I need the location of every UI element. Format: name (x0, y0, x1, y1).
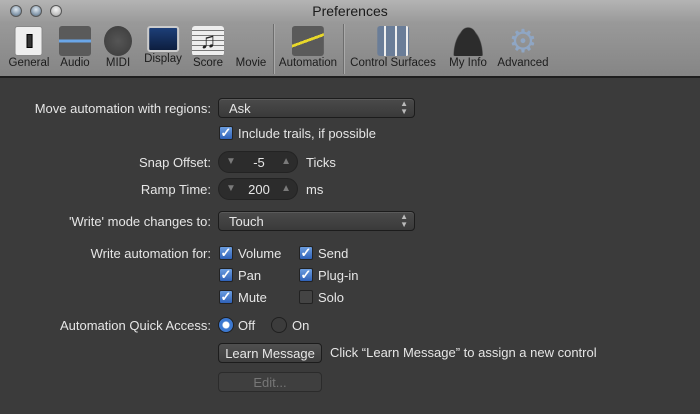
ramp-time-stepper[interactable]: ▼ 200 ▲ (218, 178, 298, 200)
move-automation-popup[interactable]: Ask ▲ ▼ (218, 98, 415, 118)
toolbar-separator (273, 24, 274, 74)
plugin-checkbox[interactable]: ✓ (299, 268, 313, 282)
window-title: Preferences (312, 3, 388, 19)
display-monitor-icon (147, 26, 179, 52)
ramp-unit: ms (306, 182, 324, 197)
tab-display[interactable]: Display (144, 26, 182, 65)
increment-icon[interactable]: ▲ (281, 183, 291, 194)
tab-score[interactable]: ♫ Score (192, 26, 224, 69)
updown-arrows-icon: ▲ ▼ (400, 99, 408, 116)
tab-general[interactable]: General (9, 26, 49, 69)
midi-connector-icon (104, 26, 132, 56)
learn-hint-text: Click “Learn Message” to assign a new co… (330, 345, 597, 360)
clapperboard-icon (235, 26, 267, 56)
tab-audio[interactable]: Audio (59, 26, 91, 69)
mute-label: Mute (238, 290, 267, 305)
send-checkbox[interactable]: ✓ (299, 246, 313, 260)
solo-checkbox[interactable] (299, 290, 313, 304)
gear-icon: ⚙ (508, 23, 538, 59)
quick-access-on-radio[interactable] (271, 317, 287, 333)
toolbar-separator (343, 24, 344, 74)
audio-wave-icon (59, 26, 91, 56)
pan-label: Pan (238, 268, 262, 283)
volume-label: Volume (238, 246, 282, 261)
general-switch-icon (14, 26, 43, 56)
quick-access-off-radio[interactable] (218, 317, 234, 333)
score-notes-icon: ♫ (192, 26, 224, 56)
tab-movie[interactable]: Movie (235, 26, 267, 69)
updown-arrows-icon: ▲ ▼ (400, 212, 408, 229)
include-trails-label: Include trails, if possible (238, 126, 377, 141)
on-label: On (292, 318, 310, 333)
faders-icon (377, 26, 409, 56)
solo-label: Solo (318, 290, 345, 305)
write-mode-popup[interactable]: Touch ▲ ▼ (218, 211, 415, 231)
toolbar: Preferences General Audio MIDI Display ♫… (0, 0, 700, 78)
off-label: Off (238, 318, 256, 333)
snap-unit: Ticks (306, 155, 336, 170)
volume-checkbox[interactable]: ✓ (219, 246, 233, 260)
mute-checkbox[interactable]: ✓ (219, 290, 233, 304)
move-automation-label: Move automation with regions: (34, 101, 211, 116)
tab-advanced[interactable]: ⚙ Advanced (497, 23, 548, 69)
increment-icon[interactable]: ▲ (281, 156, 291, 167)
plugin-label: Plug-in (318, 268, 359, 283)
learn-message-button[interactable]: Learn Message (218, 343, 322, 363)
automation-curve-icon (292, 26, 324, 56)
ramp-time-label: Ramp Time: (140, 182, 211, 197)
snap-offset-label: Snap Offset: (138, 155, 211, 170)
person-icon (452, 26, 484, 56)
tab-control-surfaces[interactable]: Control Surfaces (350, 26, 436, 69)
tab-automation[interactable]: Automation (279, 26, 337, 69)
edit-button[interactable]: Edit... (218, 372, 322, 392)
tab-midi[interactable]: MIDI (104, 26, 132, 69)
tab-my-info[interactable]: My Info (449, 26, 487, 69)
write-automation-label: Write automation for: (90, 246, 211, 261)
quick-access-label: Automation Quick Access: (59, 318, 211, 333)
snap-offset-stepper[interactable]: ▼ -5 ▲ (218, 151, 298, 173)
write-mode-label: 'Write' mode changes to: (68, 214, 211, 229)
send-label: Send (318, 246, 349, 261)
include-trails-checkbox[interactable]: ✓ (219, 126, 233, 140)
pan-checkbox[interactable]: ✓ (219, 268, 233, 282)
